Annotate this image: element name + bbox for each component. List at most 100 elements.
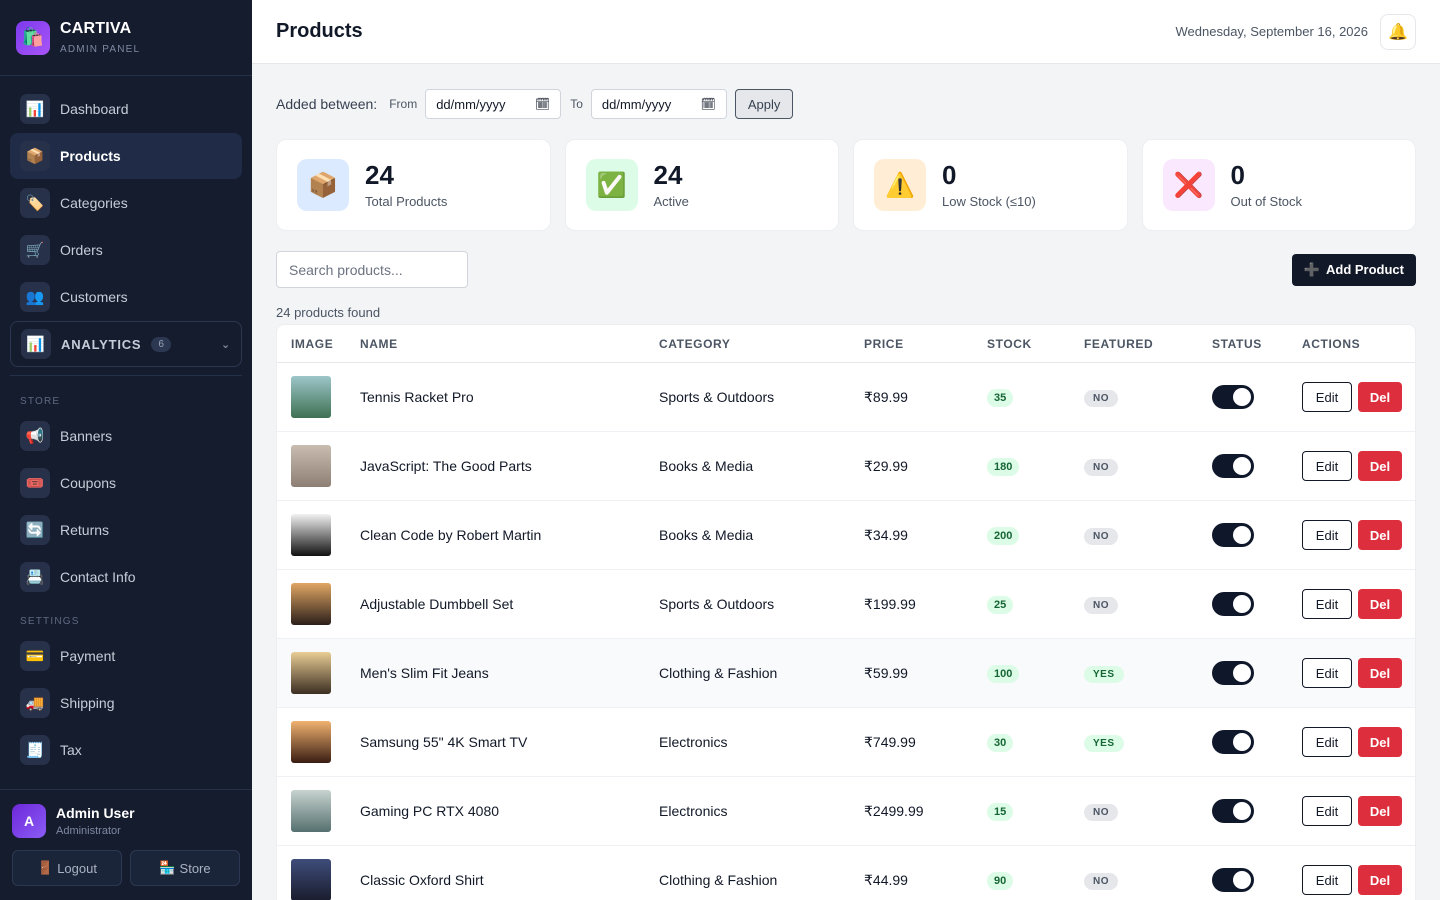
sidebar-item-label: Tax <box>60 742 82 758</box>
product-category: Books & Media <box>659 527 754 543</box>
delete-button[interactable]: Del <box>1358 865 1402 895</box>
edit-button[interactable]: Edit <box>1302 658 1352 688</box>
add-product-label: Add Product <box>1326 262 1404 277</box>
chevron-down-icon: ⌄ <box>220 338 231 351</box>
table-row[interactable]: Clean Code by Robert Martin Books & Media… <box>277 501 1415 570</box>
sidebar-item-label: Categories <box>60 195 128 211</box>
cross-icon: ❌ <box>1162 159 1215 211</box>
store-label: Store <box>179 860 211 876</box>
sidebar-item-label: Coupons <box>60 475 117 491</box>
stat-value: 24 <box>365 159 394 190</box>
delete-button[interactable]: Del <box>1358 727 1402 757</box>
edit-button[interactable]: Edit <box>1302 451 1352 481</box>
sidebar-item-tax[interactable]: 🧾 Tax <box>10 727 242 773</box>
sidebar-item-dashboard[interactable]: 📊 Dashboard <box>10 86 242 132</box>
featured-badge: NO <box>1084 389 1118 407</box>
table-header: IMAGE NAME CATEGORY PRICE STOCK FEATURED STATU… <box>277 325 1415 363</box>
sidebar-item-orders[interactable]: 🛒 Orders <box>10 227 242 273</box>
store-button[interactable]: 🏪 Store <box>130 850 240 886</box>
edit-button[interactable]: Edit <box>1302 865 1352 895</box>
logout-label: Logout <box>57 860 97 876</box>
sidebar-item-coupons[interactable]: 🎟️ Coupons <box>10 460 242 506</box>
product-price: ₹29.99 <box>864 457 908 474</box>
topbar: Products Wednesday, September 16, 2026 🔔 <box>252 0 1440 64</box>
filter-label: Added between: <box>276 96 378 112</box>
table-row[interactable]: Adjustable Dumbbell Set Sports & Outdoors… <box>277 570 1415 639</box>
stock-badge: 100 <box>987 664 1020 683</box>
edit-button[interactable]: Edit <box>1302 520 1352 550</box>
product-thumbnail <box>291 445 331 487</box>
status-toggle[interactable] <box>1212 592 1254 616</box>
sidebar-item-payment[interactable]: 💳 Payment <box>10 633 242 679</box>
stat-card: ✅ 24 Active <box>564 139 839 231</box>
stock-badge: 30 <box>987 733 1014 752</box>
customers-icon: 👥 <box>20 282 50 312</box>
featured-badge: NO <box>1084 596 1118 614</box>
status-toggle[interactable] <box>1212 523 1254 547</box>
product-price: ₹59.99 <box>864 664 908 681</box>
delete-button[interactable]: Del <box>1358 451 1402 481</box>
featured-badge: NO <box>1084 872 1118 890</box>
sidebar-item-contact-info[interactable]: 📇 Contact Info <box>10 554 242 600</box>
delete-button[interactable]: Del <box>1358 520 1402 550</box>
brand[interactable]: 🛍️ CARTIVA ADMIN PANEL <box>0 0 252 76</box>
search-input[interactable]: Search products... <box>276 251 468 288</box>
sidebar-item-shipping[interactable]: 🚚 Shipping <box>10 680 242 726</box>
status-toggle[interactable] <box>1212 730 1254 754</box>
bar-chart-icon: 📊 <box>21 329 51 359</box>
column-header-name: NAME <box>360 336 398 351</box>
sidebar-item-label: Banners <box>60 428 113 444</box>
store-icon: 🏪 <box>159 860 176 875</box>
product-category: Sports & Outdoors <box>659 596 775 612</box>
table-row[interactable]: JavaScript: The Good Parts Books & Media ₹… <box>277 432 1415 501</box>
store-section-label: STORE <box>20 396 61 407</box>
column-header-image: IMAGE <box>291 336 334 351</box>
to-date-input[interactable]: dd/mm/yyyy 🗓 <box>590 89 727 119</box>
status-toggle[interactable] <box>1212 868 1254 892</box>
sidebar-item-customers[interactable]: 👥 Customers <box>10 274 242 320</box>
product-thumbnail <box>291 514 331 556</box>
table-row[interactable]: Classic Oxford Shirt Clothing & Fashion ₹4… <box>277 846 1415 900</box>
table-row[interactable]: Samsung 55" 4K Smart TV Electronics ₹749.9… <box>277 708 1415 777</box>
stat-value: 0 <box>942 159 957 190</box>
sidebar-item-products[interactable]: 📦 Products <box>10 133 242 179</box>
sidebar-item-analytics[interactable]: 📊 ANALYTICS 6 ⌄ <box>10 321 242 367</box>
apply-button[interactable]: Apply <box>734 89 794 119</box>
edit-button[interactable]: Edit <box>1302 796 1352 826</box>
box-icon: 📦 <box>297 159 349 211</box>
add-product-button[interactable]: ➕ Add Product <box>1291 253 1416 286</box>
status-toggle[interactable] <box>1212 385 1254 409</box>
table-row[interactable]: Gaming PC RTX 4080 Electronics ₹2499.99 15 N… <box>277 777 1415 846</box>
status-toggle[interactable] <box>1212 799 1254 823</box>
sidebar-item-returns[interactable]: 🔄 Returns <box>10 507 242 553</box>
calendar-icon[interactable]: 🗓 <box>701 97 716 111</box>
edit-button[interactable]: Edit <box>1302 382 1352 412</box>
calendar-icon[interactable]: 🗓 <box>535 97 550 111</box>
delete-button[interactable]: Del <box>1358 658 1402 688</box>
edit-button[interactable]: Edit <box>1302 727 1352 757</box>
delete-button[interactable]: Del <box>1358 382 1402 412</box>
logout-button[interactable]: 🚪 Logout <box>12 850 122 886</box>
product-name: Gaming PC RTX 4080 <box>360 803 500 819</box>
bell-icon[interactable]: 🔔 <box>1380 13 1416 50</box>
from-date-input[interactable]: dd/mm/yyyy 🗓 <box>425 89 562 119</box>
table-row[interactable]: Tennis Racket Pro Sports & Outdoors ₹89.99… <box>277 363 1415 432</box>
product-name: Men's Slim Fit Jeans <box>360 665 489 681</box>
product-name: Classic Oxford Shirt <box>360 872 484 888</box>
stat-card: ⚠️ 0 Low Stock (≤10) <box>853 139 1128 231</box>
shopping-bags-icon: 🛍️ <box>16 20 50 55</box>
product-thumbnail <box>291 859 331 900</box>
sidebar-item-categories[interactable]: 🏷️ Categories <box>10 180 242 226</box>
delete-button[interactable]: Del <box>1358 796 1402 826</box>
sidebar-item-label: Returns <box>60 522 110 538</box>
featured-badge: NO <box>1084 458 1118 476</box>
table-row[interactable]: Men's Slim Fit Jeans Clothing & Fashion ₹5… <box>277 639 1415 708</box>
user-name: Admin User <box>56 805 135 821</box>
sidebar-item-banners[interactable]: 📢 Banners <box>10 413 242 459</box>
status-toggle[interactable] <box>1212 661 1254 685</box>
edit-button[interactable]: Edit <box>1302 589 1352 619</box>
main-content: Added between: From dd/mm/yyyy 🗓 To dd/m… <box>276 64 1416 900</box>
status-toggle[interactable] <box>1212 454 1254 478</box>
delete-button[interactable]: Del <box>1358 589 1402 619</box>
tax-icon: 🧾 <box>20 735 50 765</box>
